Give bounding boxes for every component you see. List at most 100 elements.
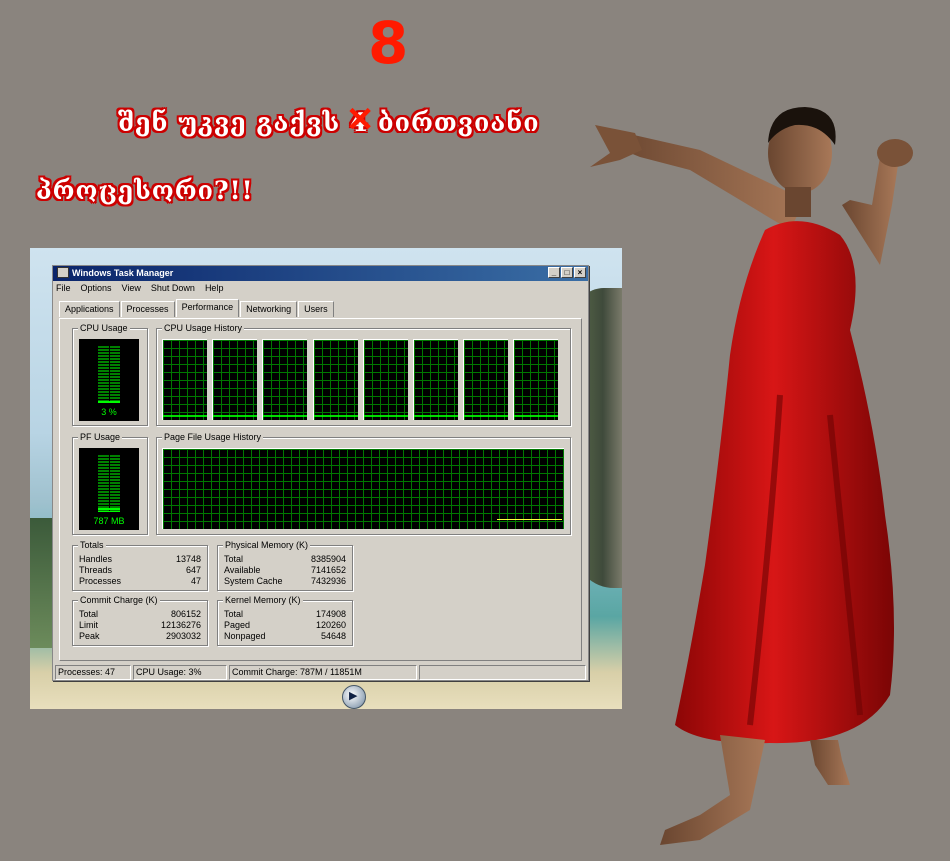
status-cpu-usage: CPU Usage: 3% <box>133 665 227 680</box>
dancer-left-leg <box>660 735 765 845</box>
dancer-figure <box>590 107 913 845</box>
dancer-right-hand <box>877 139 913 167</box>
dancer-neck <box>785 187 811 217</box>
cpu-usage-value: 3 % <box>101 407 117 417</box>
cpu-meter-bars <box>98 346 120 403</box>
menu-options[interactable]: Options <box>81 281 112 296</box>
status-empty-pane <box>419 665 586 680</box>
cpu-core-graph <box>162 339 207 420</box>
number-eight: 8 <box>368 9 409 77</box>
menu-bar: File Options View Shut Down Help <box>53 281 588 296</box>
cpu-core-line <box>414 415 458 417</box>
dancer-right-leg <box>810 740 850 785</box>
tab-processes[interactable]: Processes <box>120 301 175 317</box>
stat-value: 806152 <box>170 609 201 619</box>
headline-text-a: შენ უკვე გაქვს <box>118 108 350 137</box>
pf-usage-meter: 787 MB <box>79 448 139 530</box>
totals-group: Totals Handles 13748 Threads 647 Processes… <box>72 540 208 591</box>
physical-memory-title: Physical Memory (K) <box>223 540 311 550</box>
stat-value: 54648 <box>320 631 346 641</box>
pf-meter-bars <box>98 455 120 512</box>
menu-shut-down[interactable]: Shut Down <box>151 281 195 296</box>
stat-label: Total <box>79 609 99 619</box>
pf-usage-value: 787 MB <box>93 516 125 526</box>
menu-view[interactable]: View <box>122 281 141 296</box>
stat-value: 8385904 <box>310 554 346 564</box>
performance-panel: CPU Usage 3 % CPU Usage History PF Usage… <box>59 318 582 661</box>
stat-value: 47 <box>190 576 201 586</box>
stat-label: Total <box>224 554 244 564</box>
pf-history-line <box>497 519 562 520</box>
cpu-history-title: CPU Usage History <box>162 323 245 333</box>
status-processes: Processes: 47 <box>55 665 131 680</box>
minimize-button[interactable]: _ <box>548 267 560 278</box>
stat-value: 7141652 <box>310 565 346 575</box>
dancer-left-hand <box>590 125 642 167</box>
commit-charge-group: Commit Charge (K) Total 806152 Limit 12136… <box>72 595 208 646</box>
stat-label: Nonpaged <box>224 631 266 641</box>
stat-value: 13748 <box>175 554 201 564</box>
tab-applications[interactable]: Applications <box>59 301 120 317</box>
title-bar[interactable]: Windows Task Manager _ □ × <box>53 266 588 281</box>
commit-charge-title: Commit Charge (K) <box>78 595 160 605</box>
menu-file[interactable]: File <box>56 281 71 296</box>
stat-value: 2903032 <box>165 631 201 641</box>
cpu-core-line <box>163 415 207 417</box>
cpu-core-line <box>263 415 308 417</box>
stat-label: Available <box>224 565 261 575</box>
pf-usage-group: PF Usage 787 MB <box>72 432 148 535</box>
dancer-dress <box>675 221 894 744</box>
stat-label: Total <box>224 609 244 619</box>
tab-networking[interactable]: Networking <box>240 301 298 317</box>
cpu-core-graph <box>312 339 358 420</box>
totals-title: Totals <box>78 540 106 550</box>
pf-usage-title: PF Usage <box>78 432 123 442</box>
task-manager-window: Windows Task Manager _ □ × File Options … <box>52 265 589 681</box>
pf-history-title: Page File Usage History <box>162 432 264 442</box>
stat-value: 647 <box>185 565 201 575</box>
stat-value: 7432936 <box>310 576 346 586</box>
pf-history-group: Page File Usage History <box>156 432 571 535</box>
stat-value: 120260 <box>315 620 346 630</box>
tab-users[interactable]: Users <box>298 301 334 317</box>
cpu-usage-group: CPU Usage 3 % <box>72 323 148 426</box>
menu-help[interactable]: Help <box>205 281 224 296</box>
cpu-core-graph <box>362 339 408 420</box>
stat-label: Peak <box>79 631 100 641</box>
status-commit-charge: Commit Charge: 787M / 11851M <box>229 665 417 680</box>
status-bar: Processes: 47 CPU Usage: 3% Commit Charg… <box>53 663 588 680</box>
kernel-memory-table: Total 174908 Paged 120260 Nonpaged 54648 <box>224 609 346 642</box>
totals-table: Handles 13748 Threads 647 Processes 47 <box>79 554 201 587</box>
cpu-core-graph <box>463 339 509 420</box>
cpu-usage-meter: 3 % <box>79 339 139 421</box>
maximize-button[interactable]: □ <box>561 267 573 278</box>
media-player-icon[interactable] <box>342 685 366 709</box>
cpu-usage-title: CPU Usage <box>78 323 130 333</box>
cpu-core-line <box>363 415 408 417</box>
headline-line2: პროცესორი?!! <box>36 176 254 205</box>
headline-line1: შენ უკვე გაქვს 4 ბირთვიანი <box>118 108 540 137</box>
stat-label: System Cache <box>224 576 283 586</box>
physical-memory-table: Total 8385904 Available 7141652 System Cac… <box>224 554 346 587</box>
kernel-memory-title: Kernel Memory (K) <box>223 595 303 605</box>
kernel-memory-group: Kernel Memory (K) Total 174908 Paged 12026… <box>217 595 353 646</box>
stat-value: 174908 <box>315 609 346 619</box>
stat-label: Threads <box>79 565 113 575</box>
cpu-core-line <box>514 415 559 417</box>
stat-label: Handles <box>79 554 113 564</box>
cpu-meter-fill <box>98 401 120 403</box>
headline-text-b: ბირთვიანი <box>368 108 540 137</box>
cpu-core-graph <box>513 339 559 420</box>
stat-label: Paged <box>224 620 251 630</box>
pf-meter-fill <box>98 508 120 512</box>
stat-label: Processes <box>79 576 122 586</box>
pf-history-graph <box>162 448 564 529</box>
physical-memory-group: Physical Memory (K) Total 8385904 Availab… <box>217 540 353 591</box>
stat-label: Limit <box>79 620 99 630</box>
cpu-core-line <box>313 415 358 417</box>
stat-value: 12136276 <box>160 620 201 630</box>
tree-scenery <box>30 518 52 648</box>
cpu-core-graph <box>262 339 308 420</box>
tab-performance[interactable]: Performance <box>175 299 240 317</box>
cpu-core-line <box>464 415 509 417</box>
